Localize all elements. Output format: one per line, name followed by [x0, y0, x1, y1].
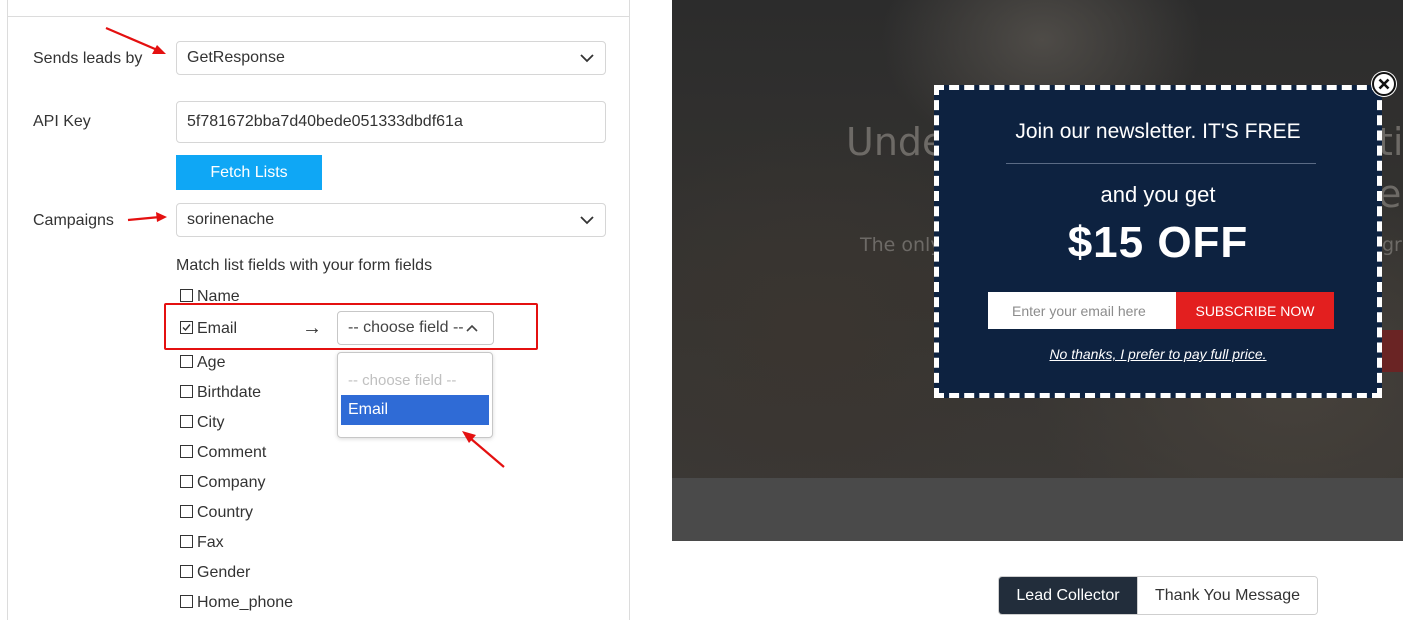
api-key-value: 5f781672bba7d40bede051333dbdf61a [187, 113, 463, 130]
mapping-arrow: → [302, 317, 322, 339]
field-item-company[interactable]: Company [180, 473, 265, 493]
match-fields-title: Match list fields with your form fields [176, 257, 433, 274]
popup-title: Join our newsletter. IT'S FREE [1015, 120, 1301, 143]
popup-subtitle: and you get [1100, 182, 1216, 207]
choose-field-dropdown: -- choose field -- Email [337, 352, 493, 438]
fetch-lists-button[interactable]: Fetch Lists [176, 155, 322, 190]
api-key-label: API Key [33, 113, 91, 130]
field-item-country[interactable]: Country [180, 503, 253, 523]
choose-field-value: -- choose field -- [348, 319, 464, 336]
tab-thank-you-message[interactable]: Thank You Message [1137, 577, 1317, 614]
sends-leads-by-select[interactable]: GetResponse [176, 41, 606, 75]
field-label: City [197, 414, 225, 431]
field-label: Comment [197, 444, 267, 461]
api-key-input[interactable]: 5f781672bba7d40bede051333dbdf61a [176, 101, 606, 143]
campaigns-value: sorinenache [187, 211, 275, 228]
field-checkbox[interactable] [180, 594, 193, 608]
background-headline-fragment: Unde [846, 120, 946, 164]
chevron-up-icon [466, 324, 478, 332]
field-checkbox[interactable] [180, 534, 193, 548]
campaigns-select[interactable]: sorinenache [176, 203, 606, 237]
subscribe-button[interactable]: SUBSCRIBE NOW [1176, 292, 1334, 329]
field-label: Fax [197, 534, 224, 551]
chevron-down-icon [579, 212, 595, 228]
popup-email-input[interactable]: Enter your email here [988, 292, 1176, 329]
sends-leads-by-value: GetResponse [187, 49, 285, 66]
chevron-down-icon [579, 50, 595, 66]
dropdown-option-placeholder[interactable]: -- choose field -- [348, 372, 456, 389]
popup-divider [1006, 163, 1316, 164]
preview-footer-band [672, 478, 1403, 541]
field-item-fax[interactable]: Fax [180, 533, 224, 553]
campaigns-label: Campaigns [33, 212, 114, 229]
dropdown-option-email[interactable]: Email [341, 395, 489, 425]
field-item-home-phone[interactable]: Home_phone [180, 593, 293, 613]
field-label: Age [197, 354, 226, 371]
field-label: Birthdate [197, 384, 262, 401]
lead-settings-panel: Sends leads by GetResponse API Key 5f781… [7, 0, 630, 620]
choose-field-select[interactable]: -- choose field -- [337, 311, 494, 345]
field-label: Company [197, 474, 266, 491]
field-item-age[interactable]: Age [180, 353, 225, 373]
field-checkbox[interactable] [180, 288, 193, 302]
decline-link[interactable]: No thanks, I prefer to pay full price. [939, 346, 1377, 362]
field-label: Home_phone [197, 594, 294, 611]
popup-offer: $15 OFF [1067, 218, 1249, 267]
close-circle-icon[interactable] [1371, 71, 1397, 97]
background-subtext-fragment: The only [860, 234, 942, 256]
preview-tabs: Lead Collector Thank You Message [998, 576, 1318, 615]
field-label: Gender [197, 564, 251, 581]
field-checkbox[interactable] [180, 384, 193, 398]
field-checkbox[interactable] [180, 504, 193, 518]
field-item-city[interactable]: City [180, 413, 225, 433]
tab-lead-collector[interactable]: Lead Collector [999, 577, 1137, 614]
panel-divider [8, 16, 629, 17]
background-subtext-fragment: gr [1382, 234, 1402, 256]
popup-preview: Unde ti c e The only gr Join our newslet… [672, 0, 1403, 541]
field-checkbox[interactable] [180, 414, 193, 428]
field-checkbox[interactable] [180, 354, 193, 368]
field-checkbox[interactable] [180, 564, 193, 578]
field-checkbox[interactable] [180, 474, 193, 488]
field-checkbox[interactable] [180, 444, 193, 458]
newsletter-popup: Join our newsletter. IT'S FREE and you g… [934, 85, 1382, 398]
field-item-gender[interactable]: Gender [180, 563, 250, 583]
sends-leads-by-label: Sends leads by [33, 50, 143, 67]
field-label: Country [197, 504, 254, 521]
field-item-birthdate[interactable]: Birthdate [180, 383, 261, 403]
field-item-comment[interactable]: Comment [180, 443, 266, 463]
